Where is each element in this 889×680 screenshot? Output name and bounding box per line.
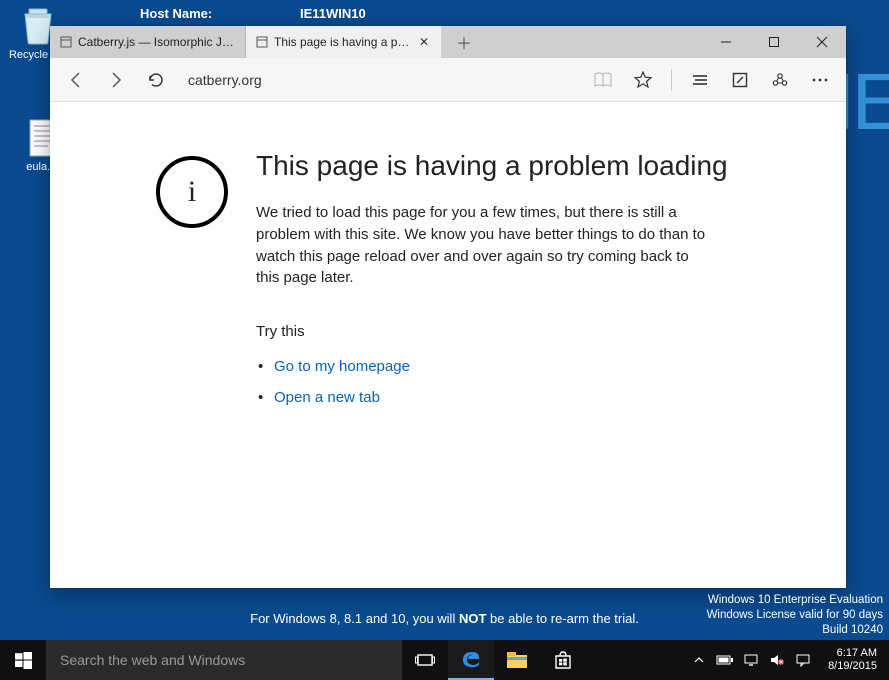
edge-window: Catberry.js — Isomorphic JavaScript Fram… [50,26,846,588]
tray-notifications-icon[interactable] [794,654,812,667]
hub-button[interactable] [682,62,718,98]
rearm-notice: For Windows 8, 8.1 and 10, you will NOT … [0,611,889,626]
tray-network-icon[interactable] [742,654,760,666]
task-view-button[interactable] [402,640,448,680]
tab-error-page[interactable]: This page is having a problem loading ✕ [246,26,442,58]
address-text: catberry.org [188,72,262,88]
reading-view-button[interactable] [585,62,621,98]
tab-label: Catberry.js — Isomorphic JavaScript Fram… [78,35,235,49]
clock-date: 8/19/2015 [828,660,877,673]
taskbar-explorer-icon[interactable] [494,640,540,680]
refresh-button[interactable] [138,62,174,98]
tab-label: This page is having a problem loading [274,35,411,49]
system-tray: 6:17 AM 8/19/2015 [686,640,889,680]
tray-battery-icon[interactable] [716,655,734,665]
webnote-button[interactable] [722,62,758,98]
close-window-button[interactable] [798,26,846,58]
tab-bar: Catberry.js — Isomorphic JavaScript Fram… [50,26,846,58]
taskbar-edge-icon[interactable] [448,640,494,680]
error-body: We tried to load this page for you a few… [256,202,716,289]
more-button[interactable] [802,62,838,98]
start-button[interactable] [0,640,46,680]
link-new-tab[interactable]: Open a new tab [274,389,728,406]
separator [671,69,672,91]
taskbar: Search the web and Windows 6:17 AM 8/19/… [0,640,889,680]
maximize-button[interactable] [750,26,798,58]
search-box[interactable]: Search the web and Windows [46,640,402,680]
clock-time: 6:17 AM [828,647,877,660]
forward-button[interactable] [98,62,134,98]
info-icon: i [156,156,228,228]
error-title: This page is having a problem loading [256,150,728,182]
error-content: i This page is having a problem loading … [50,102,846,450]
toolbar: catberry.org [50,58,846,102]
desktop: .IE Recycle Bin eula.txt Host Name: IE11… [0,0,889,680]
clock[interactable]: 6:17 AM 8/19/2015 [820,647,885,673]
host-name-value: IE11WIN10 [300,6,366,21]
page-icon [60,36,72,48]
link-homepage[interactable]: Go to my homepage [274,358,728,375]
try-this-label: Try this [256,323,728,340]
host-name-label: Host Name: [140,6,212,21]
tab-catberry[interactable]: Catberry.js — Isomorphic JavaScript Fram… [50,26,246,58]
tray-chevron-icon[interactable] [690,654,708,666]
back-button[interactable] [58,62,94,98]
page-icon [256,36,268,48]
watermark-line1: Windows 10 Enterprise Evaluation [707,593,883,608]
taskbar-store-icon[interactable] [540,640,586,680]
share-button[interactable] [762,62,798,98]
favorite-button[interactable] [625,62,661,98]
new-tab-button[interactable]: ＋ [442,26,486,58]
close-tab-icon[interactable]: ✕ [417,35,431,49]
address-bar[interactable]: catberry.org [178,65,581,95]
search-placeholder: Search the web and Windows [60,652,245,668]
tray-volume-icon[interactable] [768,654,786,666]
minimize-button[interactable] [702,26,750,58]
